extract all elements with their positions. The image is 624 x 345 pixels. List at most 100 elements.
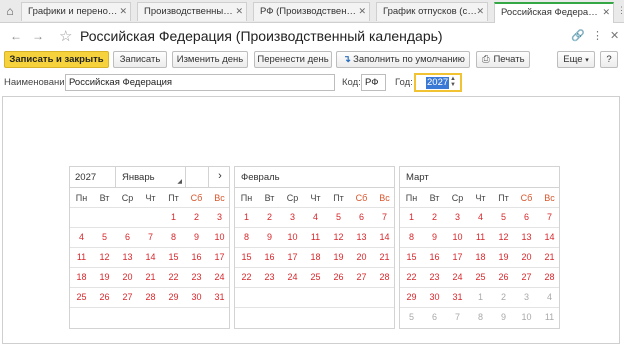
day-cell[interactable]: 8 xyxy=(400,232,423,242)
day-cell[interactable]: 6 xyxy=(423,312,446,322)
day-cell[interactable]: 4 xyxy=(469,212,492,222)
day-cell[interactable]: 11 xyxy=(538,312,561,322)
day-cell[interactable]: 18 xyxy=(304,252,327,262)
favorite-star-icon[interactable]: ☆ xyxy=(59,27,72,45)
close-icon[interactable]: ✕ xyxy=(476,6,484,17)
year-input[interactable]: 2027 ▲ ▼ xyxy=(414,73,462,92)
day-cell[interactable]: 1 xyxy=(469,292,492,302)
back-arrow-icon[interactable]: ← xyxy=(10,29,22,43)
day-cell[interactable]: 1 xyxy=(400,212,423,222)
day-cell[interactable]: 2 xyxy=(492,292,515,302)
day-cell[interactable]: 5 xyxy=(93,232,116,242)
day-cell[interactable]: 20 xyxy=(116,272,139,282)
day-cell[interactable]: 19 xyxy=(327,252,350,262)
day-cell[interactable]: 9 xyxy=(492,312,515,322)
day-cell[interactable]: 5 xyxy=(327,212,350,222)
close-icon[interactable]: ✕ xyxy=(235,6,243,17)
day-cell[interactable]: 23 xyxy=(423,272,446,282)
day-cell[interactable]: 28 xyxy=(139,292,162,302)
tab-schedules[interactable]: Графики и переносы о... ✕ xyxy=(21,2,131,21)
link-icon[interactable]: 🔗 xyxy=(571,29,585,42)
change-day-button[interactable]: Изменить день xyxy=(172,51,248,68)
day-cell[interactable]: 5 xyxy=(400,312,423,322)
print-button[interactable]: ⎙ Печать xyxy=(476,51,530,68)
day-cell[interactable]: 20 xyxy=(350,252,373,262)
more-button[interactable]: Еще ▾ xyxy=(557,51,595,68)
day-cell[interactable]: 22 xyxy=(400,272,423,282)
spin-down-icon[interactable]: ▼ xyxy=(450,82,458,88)
day-cell[interactable]: 12 xyxy=(492,232,515,242)
fill-default-button[interactable]: ↴ Заполнить по умолчанию xyxy=(336,51,470,68)
day-cell[interactable]: 18 xyxy=(469,252,492,262)
day-cell[interactable]: 1 xyxy=(235,212,258,222)
day-cell[interactable]: 11 xyxy=(304,232,327,242)
day-cell[interactable]: 31 xyxy=(446,292,469,302)
month-selector[interactable]: Январь ◢ xyxy=(115,167,185,187)
day-cell[interactable]: 14 xyxy=(139,252,162,262)
day-cell[interactable]: 22 xyxy=(162,272,185,282)
day-cell[interactable]: 29 xyxy=(162,292,185,302)
tab-russian-federation[interactable]: Российская Федерация... ✕ xyxy=(494,2,614,23)
day-cell[interactable]: 19 xyxy=(492,252,515,262)
day-cell[interactable]: 9 xyxy=(185,232,208,242)
day-cell[interactable]: 20 xyxy=(515,252,538,262)
day-cell[interactable]: 6 xyxy=(350,212,373,222)
day-cell[interactable]: 21 xyxy=(538,252,561,262)
day-cell[interactable]: 27 xyxy=(350,272,373,282)
more-tabs-icon[interactable]: ⋮ xyxy=(617,5,624,16)
day-cell[interactable]: 25 xyxy=(70,292,93,302)
day-cell[interactable]: 2 xyxy=(423,212,446,222)
more-icon[interactable]: ⋮ xyxy=(592,29,603,42)
help-button[interactable]: ? xyxy=(600,51,618,68)
day-cell[interactable]: 24 xyxy=(281,272,304,282)
day-cell[interactable]: 29 xyxy=(400,292,423,302)
day-cell[interactable]: 3 xyxy=(446,212,469,222)
day-cell[interactable]: 4 xyxy=(304,212,327,222)
day-cell[interactable]: 8 xyxy=(469,312,492,322)
day-cell[interactable]: 4 xyxy=(70,232,93,242)
day-cell[interactable]: 26 xyxy=(492,272,515,282)
day-cell[interactable]: 16 xyxy=(423,252,446,262)
save-button[interactable]: Записать xyxy=(113,51,167,68)
day-cell[interactable]: 8 xyxy=(235,232,258,242)
day-cell[interactable]: 3 xyxy=(515,292,538,302)
day-cell[interactable]: 3 xyxy=(208,212,231,222)
day-cell[interactable]: 27 xyxy=(116,292,139,302)
move-day-button[interactable]: Перенести день xyxy=(254,51,332,68)
save-and-close-button[interactable]: Записать и закрыть xyxy=(4,51,109,68)
day-cell[interactable]: 19 xyxy=(93,272,116,282)
day-cell[interactable]: 7 xyxy=(373,212,396,222)
code-input[interactable]: РФ xyxy=(361,74,386,91)
forward-arrow-icon[interactable]: → xyxy=(32,29,44,43)
day-cell[interactable]: 9 xyxy=(258,232,281,242)
day-cell[interactable]: 13 xyxy=(515,232,538,242)
day-cell[interactable]: 24 xyxy=(208,272,231,282)
close-icon[interactable]: ✕ xyxy=(610,29,619,42)
tab-production-calendars[interactable]: Производственные ка... ✕ xyxy=(137,2,247,21)
day-cell[interactable]: 2 xyxy=(185,212,208,222)
next-month-button[interactable]: › xyxy=(208,167,231,187)
day-cell[interactable]: 5 xyxy=(492,212,515,222)
close-icon[interactable]: ✕ xyxy=(358,6,366,17)
day-cell[interactable]: 3 xyxy=(281,212,304,222)
year-spinner[interactable]: ▲ ▼ xyxy=(450,76,458,88)
day-cell[interactable]: 27 xyxy=(515,272,538,282)
day-cell[interactable]: 1 xyxy=(162,212,185,222)
day-cell[interactable]: 16 xyxy=(258,252,281,262)
day-cell[interactable]: 31 xyxy=(208,292,231,302)
day-cell[interactable]: 23 xyxy=(258,272,281,282)
day-cell[interactable]: 25 xyxy=(469,272,492,282)
day-cell[interactable]: 17 xyxy=(446,252,469,262)
day-cell[interactable]: 6 xyxy=(116,232,139,242)
day-cell[interactable]: 13 xyxy=(116,252,139,262)
day-cell[interactable]: 16 xyxy=(185,252,208,262)
day-cell[interactable]: 11 xyxy=(70,252,93,262)
day-cell[interactable]: 12 xyxy=(93,252,116,262)
day-cell[interactable]: 10 xyxy=(446,232,469,242)
day-cell[interactable]: 23 xyxy=(185,272,208,282)
day-cell[interactable]: 7 xyxy=(139,232,162,242)
day-cell[interactable]: 26 xyxy=(93,292,116,302)
day-cell[interactable]: 30 xyxy=(185,292,208,302)
day-cell[interactable]: 17 xyxy=(281,252,304,262)
close-icon[interactable]: ✕ xyxy=(119,6,127,17)
